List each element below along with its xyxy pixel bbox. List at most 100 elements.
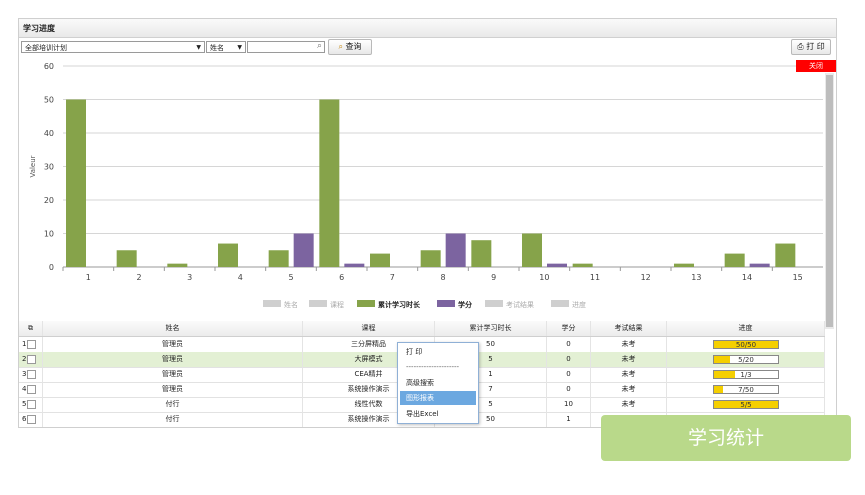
cell-credit: 0: [547, 382, 591, 397]
y-tick-label: 30: [44, 163, 54, 172]
cell-row-number[interactable]: 2: [19, 352, 43, 367]
legend-swatch: [263, 300, 281, 307]
cell-exam: 未考: [591, 352, 667, 367]
x-tick-label: 10: [539, 273, 549, 282]
legend-label: 课程: [330, 300, 344, 309]
search-field-select[interactable]: 姓名 ▼: [206, 41, 246, 53]
bar-study-hours: [66, 99, 86, 267]
bar-credit: [547, 263, 567, 267]
cell-row-number[interactable]: 5: [19, 397, 43, 412]
row-checkbox[interactable]: [27, 339, 37, 349]
bar-study-hours: [471, 240, 492, 267]
row-checkbox[interactable]: [27, 384, 37, 394]
menu-separator: ---------------------: [406, 363, 460, 371]
row-checkbox[interactable]: [27, 399, 37, 409]
cell-row-number[interactable]: 6: [19, 412, 43, 427]
query-button[interactable]: ⌕ 查询: [328, 39, 372, 55]
row-number: 6: [22, 415, 27, 423]
x-tick-label: 14: [742, 273, 752, 282]
search-input[interactable]: ⌕: [247, 41, 325, 53]
context-menu: 打 印 --------------------- 高级搜索 图形报表 导出Ex…: [397, 342, 479, 424]
cell-progress: 7/50: [667, 382, 825, 397]
print-button-label: 打 印: [806, 42, 825, 51]
cell-exam: 未考: [591, 397, 667, 412]
row-checkbox[interactable]: [27, 414, 37, 424]
menu-item-advanced-search[interactable]: 高级搜索: [400, 376, 476, 390]
x-tick-label: 2: [136, 273, 141, 282]
x-tick-label: 3: [187, 273, 192, 282]
bar-study-hours: [167, 263, 188, 267]
x-tick-label: 12: [641, 273, 651, 282]
x-tick-label: 11: [590, 273, 600, 282]
row-checkbox[interactable]: [27, 354, 37, 364]
table-options-icon[interactable]: ⧉: [19, 321, 43, 336]
col-header-progress[interactable]: 进度: [667, 321, 825, 336]
cell-exam: 未考: [591, 367, 667, 382]
bar-chart: 0102030405060Valeur1 2 3 4 5 6 7 8 9 10 11 12 13 14 15…: [29, 62, 823, 309]
legend-label: 学分: [458, 300, 472, 309]
col-header-hours[interactable]: 累计学习时长: [435, 321, 547, 336]
cell-name: 管理员: [43, 367, 303, 382]
search-field-select-value: 姓名: [210, 44, 224, 52]
bar-study-hours: [218, 243, 238, 267]
col-header-credit[interactable]: 学分: [547, 321, 591, 336]
progress-text: 7/50: [738, 386, 754, 394]
x-tick-label: 5: [288, 273, 293, 282]
col-header-exam[interactable]: 考试结果: [591, 321, 667, 336]
cell-exam: 未考: [591, 337, 667, 352]
row-number: 1: [22, 340, 27, 348]
x-tick-label: 6: [339, 273, 344, 282]
toolbar: 全部培训计划 ▼ 姓名 ▼ ⌕ ⌕ 查询 ⎙ 打 印: [19, 38, 836, 58]
training-plan-select[interactable]: 全部培训计划 ▼: [21, 41, 205, 53]
table-header-row: ⧉ 姓名 课程 累计学习时长 学分 考试结果 进度: [19, 321, 825, 337]
cell-row-number[interactable]: 3: [19, 367, 43, 382]
cell-credit: 0: [547, 337, 591, 352]
cell-progress: 5/20: [667, 352, 825, 367]
progress-text: 5/20: [738, 356, 754, 364]
cell-name: 付行: [43, 397, 303, 412]
row-number: 4: [22, 385, 27, 393]
row-number: 2: [22, 355, 27, 363]
legend-swatch: [551, 300, 569, 307]
learning-statistics-badge: 学习统计: [601, 415, 851, 461]
search-icon: ⌕: [316, 41, 322, 51]
legend-label: 考试结果: [506, 300, 534, 309]
bar-study-hours: [724, 253, 745, 267]
bar-study-hours: [420, 250, 441, 267]
print-button[interactable]: ⎙ 打 印: [791, 39, 831, 55]
progress-bar: 5/20: [713, 355, 779, 364]
cell-credit: 0: [547, 352, 591, 367]
menu-item-graph-report[interactable]: 图形报表: [400, 391, 476, 405]
progress-bar: 50/50: [713, 340, 779, 349]
col-header-name[interactable]: 姓名: [43, 321, 303, 336]
bar-credit: [344, 263, 365, 267]
progress-text: 50/50: [735, 341, 757, 349]
progress-bar: 7/50: [713, 385, 779, 394]
bar-credit: [293, 233, 314, 267]
chart-scrollbar[interactable]: [825, 73, 834, 329]
legend-swatch: [309, 300, 327, 307]
training-plan-select-value: 全部培训计划: [25, 44, 67, 52]
printer-icon: ⎙: [797, 42, 804, 51]
progress-bar: 1/3: [713, 370, 779, 379]
bar-credit: [445, 233, 466, 267]
scrollbar-thumb[interactable]: [826, 75, 833, 327]
panel-title: 学习进度: [23, 24, 55, 33]
cell-progress: 5/5: [667, 397, 825, 412]
cell-row-number[interactable]: 4: [19, 382, 43, 397]
bar-study-hours: [775, 243, 796, 267]
bar-study-hours: [319, 99, 340, 267]
row-checkbox[interactable]: [27, 369, 37, 379]
cell-row-number[interactable]: 1: [19, 337, 43, 352]
row-number: 5: [22, 400, 27, 408]
x-tick-label: 4: [238, 273, 243, 282]
y-tick-label: 20: [44, 196, 54, 205]
col-header-course[interactable]: 课程: [303, 321, 435, 336]
bar-study-hours: [268, 250, 289, 267]
y-tick-label: 40: [44, 129, 54, 138]
bar-study-hours: [522, 233, 542, 267]
menu-item-export-excel[interactable]: 导出Excel: [400, 407, 476, 421]
menu-item-print[interactable]: 打 印: [400, 345, 476, 359]
y-tick-label: 0: [49, 263, 54, 272]
chart-close-button[interactable]: 关闭: [796, 60, 836, 72]
